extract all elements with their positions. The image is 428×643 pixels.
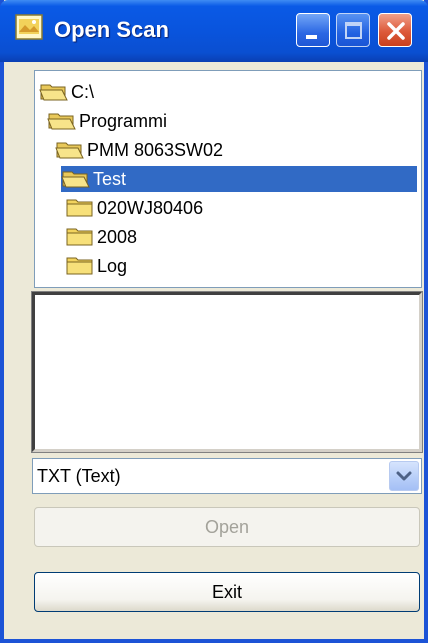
open-button[interactable]: Open (34, 507, 420, 547)
tree-item-label: 020WJ80406 (97, 197, 204, 218)
close-button[interactable] (378, 13, 412, 47)
tree-item-test[interactable]: Test (61, 166, 417, 192)
file-type-select[interactable]: TXT (Text) (32, 458, 422, 494)
file-list[interactable] (31, 291, 423, 453)
folder-icon (66, 199, 93, 217)
tree-item-label: 2008 (97, 226, 138, 247)
open-folder-icon (47, 113, 76, 130)
chevron-down-icon (396, 471, 412, 481)
dropdown-button[interactable] (389, 461, 419, 491)
tree-item-label: Test (93, 168, 127, 189)
tree-item-020wj80406[interactable]: 020WJ80406 (65, 195, 203, 221)
open-folder-icon (61, 171, 90, 188)
maximize-button[interactable] (336, 13, 370, 47)
tree-item-label: C:\ (71, 81, 95, 102)
minimize-icon (306, 35, 317, 39)
app-icon (15, 14, 43, 40)
tree-item-label: Log (97, 255, 128, 276)
title-bar[interactable]: Open Scan (0, 0, 428, 62)
tree-item-2008[interactable]: 2008 (65, 224, 137, 250)
file-type-value: TXT (Text) (37, 466, 121, 486)
close-icon (387, 22, 405, 40)
tree-item-programmi[interactable]: Programmi (47, 108, 167, 134)
open-folder-icon (55, 142, 84, 159)
folder-icon (66, 257, 93, 275)
maximize-icon (345, 22, 362, 39)
folder-icon (66, 228, 93, 246)
tree-item-c-drive[interactable]: C:\ (39, 79, 94, 105)
tree-item-pmm-8063sw02[interactable]: PMM 8063SW02 (55, 137, 223, 163)
window-title: Open Scan (54, 17, 169, 42)
folder-tree[interactable]: C:\ Programmi PMM 8063SW02 Test 020WJ804… (34, 70, 422, 288)
minimize-button[interactable] (296, 13, 330, 47)
tree-item-log[interactable]: Log (65, 253, 127, 279)
tree-item-label: Programmi (79, 110, 168, 131)
exit-button[interactable]: Exit (34, 572, 420, 612)
open-folder-icon (39, 84, 68, 101)
open-scan-window: Open Scan C:\ Programmi PMM 8063SW02 Tes… (0, 0, 428, 643)
tree-item-label: PMM 8063SW02 (87, 139, 224, 160)
